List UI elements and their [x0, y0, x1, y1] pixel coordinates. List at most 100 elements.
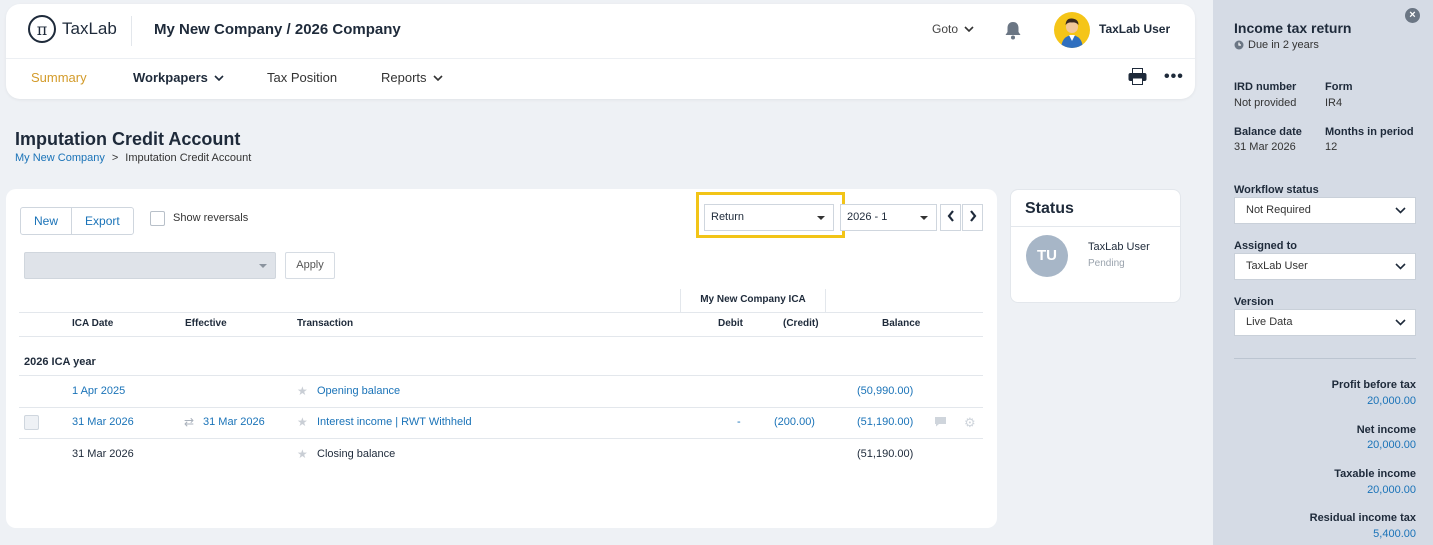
- goto-label: Goto: [932, 22, 959, 36]
- table-divider: [19, 312, 983, 313]
- gear-icon[interactable]: ⚙: [964, 415, 976, 431]
- table-divider: [19, 438, 983, 439]
- previous-period-button[interactable]: [940, 204, 961, 231]
- period-select-value: 2026 - 1: [847, 211, 888, 223]
- taxlab-logo[interactable]: π TaxLab: [28, 15, 117, 43]
- chevron-left-icon: [947, 210, 954, 222]
- form-label: Form: [1325, 81, 1353, 93]
- column-header-transaction[interactable]: Transaction: [297, 318, 353, 329]
- export-button[interactable]: Export: [71, 208, 133, 234]
- row-ica-date: 31 Mar 2026: [72, 448, 134, 460]
- star-icon[interactable]: ★: [297, 415, 308, 429]
- print-icon[interactable]: [1128, 68, 1147, 88]
- row-balance[interactable]: (51,190.00): [857, 416, 913, 428]
- comment-icon[interactable]: [934, 416, 947, 430]
- table-divider: [19, 375, 983, 376]
- logo-text: TaxLab: [62, 19, 117, 38]
- breadcrumb-company-link[interactable]: My New Company: [15, 152, 105, 164]
- balance-date-label: Balance date: [1234, 126, 1302, 138]
- user-avatar[interactable]: [1054, 12, 1090, 48]
- version-value: Live Data: [1246, 316, 1293, 328]
- assigned-to-select[interactable]: TaxLab User: [1234, 253, 1416, 280]
- workflow-status-value: Not Required: [1246, 204, 1311, 216]
- row-credit[interactable]: (200.00): [774, 416, 815, 428]
- show-reversals-label: Show reversals: [173, 212, 249, 224]
- clock-icon: [1234, 40, 1244, 50]
- column-header-credit[interactable]: (Credit): [783, 318, 819, 329]
- header-divider: [131, 16, 132, 46]
- tab-reports[interactable]: Reports: [381, 70, 443, 85]
- row-select-checkbox[interactable]: [24, 415, 39, 430]
- status-divider: [1011, 226, 1180, 227]
- company-title: My New Company / 2026 Company: [154, 21, 401, 38]
- row-transaction: Closing balance: [317, 448, 396, 460]
- residual-income-tax-value[interactable]: 5,400.00: [1373, 528, 1416, 540]
- row-effective-date[interactable]: 31 Mar 2026: [203, 416, 265, 428]
- tab-summary[interactable]: Summary: [31, 70, 87, 85]
- return-select[interactable]: Return: [704, 204, 834, 231]
- filter-select[interactable]: [24, 252, 276, 279]
- net-income-value[interactable]: 20,000.00: [1367, 439, 1416, 451]
- more-options-icon[interactable]: •••: [1164, 68, 1184, 86]
- star-icon[interactable]: ★: [297, 384, 308, 398]
- goto-menu[interactable]: Goto: [932, 22, 974, 36]
- chevron-right-icon: [969, 210, 976, 222]
- caret-down-icon: [817, 216, 825, 220]
- workflow-status-label: Workflow status: [1234, 184, 1319, 196]
- row-transaction[interactable]: Opening balance: [317, 385, 400, 397]
- tab-workpapers[interactable]: Workpapers: [133, 70, 224, 85]
- status-avatar: TU: [1026, 235, 1068, 277]
- apply-button[interactable]: Apply: [285, 252, 335, 279]
- column-header-balance[interactable]: Balance: [882, 318, 920, 329]
- star-icon[interactable]: ★: [297, 447, 308, 461]
- table-divider: [19, 407, 983, 408]
- status-title: Status: [1025, 200, 1074, 217]
- months-value: 12: [1325, 141, 1338, 153]
- column-group-header: My New Company ICA: [680, 289, 826, 312]
- close-icon[interactable]: ×: [1405, 8, 1420, 23]
- column-header-debit[interactable]: Debit: [718, 318, 743, 329]
- residual-income-tax-label: Residual income tax: [1309, 512, 1416, 524]
- show-reversals-checkbox[interactable]: [150, 211, 165, 226]
- status-user: TaxLab User: [1088, 241, 1150, 253]
- months-label: Months in period: [1325, 126, 1414, 138]
- breadcrumb-current: Imputation Credit Account: [125, 152, 252, 164]
- row-balance: (51,190.00): [857, 448, 914, 460]
- chevron-down-icon: [1395, 319, 1406, 326]
- due-text: Due in 2 years: [1248, 39, 1319, 51]
- workflow-status-select[interactable]: Not Required: [1234, 197, 1416, 224]
- balance-date-value: 31 Mar 2026: [1234, 141, 1296, 153]
- return-select-value: Return: [711, 211, 745, 223]
- caret-down-icon: [259, 264, 267, 268]
- notification-bell-icon[interactable]: [1004, 20, 1022, 43]
- assigned-to-label: Assigned to: [1234, 240, 1297, 252]
- tab-reports-label: Reports: [381, 70, 427, 85]
- income-tax-return-panel: × Income tax return Due in 2 years IRD n…: [1213, 0, 1433, 545]
- row-ica-date[interactable]: 1 Apr 2025: [72, 385, 125, 397]
- top-header: π TaxLab My New Company / 2026 Company G…: [6, 4, 1195, 99]
- tab-tax-position[interactable]: Tax Position: [267, 70, 337, 85]
- user-name[interactable]: TaxLab User: [1099, 22, 1170, 36]
- new-button[interactable]: New: [21, 208, 71, 234]
- status-state: Pending: [1088, 258, 1125, 269]
- logo-icon: π: [28, 15, 56, 43]
- period-select[interactable]: 2026 - 1: [840, 204, 937, 231]
- chevron-down-icon: [432, 74, 443, 81]
- row-debit[interactable]: -: [737, 416, 741, 428]
- row-balance[interactable]: (50,990.00): [857, 385, 913, 397]
- net-income-label: Net income: [1356, 424, 1416, 436]
- row-ica-date[interactable]: 31 Mar 2026: [72, 416, 134, 428]
- row-transaction[interactable]: Interest income | RWT Withheld: [317, 416, 472, 428]
- version-select[interactable]: Live Data: [1234, 309, 1416, 336]
- version-label: Version: [1234, 296, 1274, 308]
- column-header-ica-date[interactable]: ICA Date: [72, 318, 113, 329]
- taxable-income-value[interactable]: 20,000.00: [1367, 484, 1416, 496]
- table-divider: [19, 336, 983, 337]
- action-button-group: New Export: [20, 207, 134, 235]
- profit-before-tax-value[interactable]: 20,000.00: [1367, 395, 1416, 407]
- due-info: Due in 2 years: [1234, 39, 1319, 51]
- nav-divider: [6, 58, 1195, 59]
- next-period-button[interactable]: [962, 204, 983, 231]
- column-header-effective[interactable]: Effective: [185, 318, 227, 329]
- page-title: Imputation Credit Account: [15, 129, 241, 149]
